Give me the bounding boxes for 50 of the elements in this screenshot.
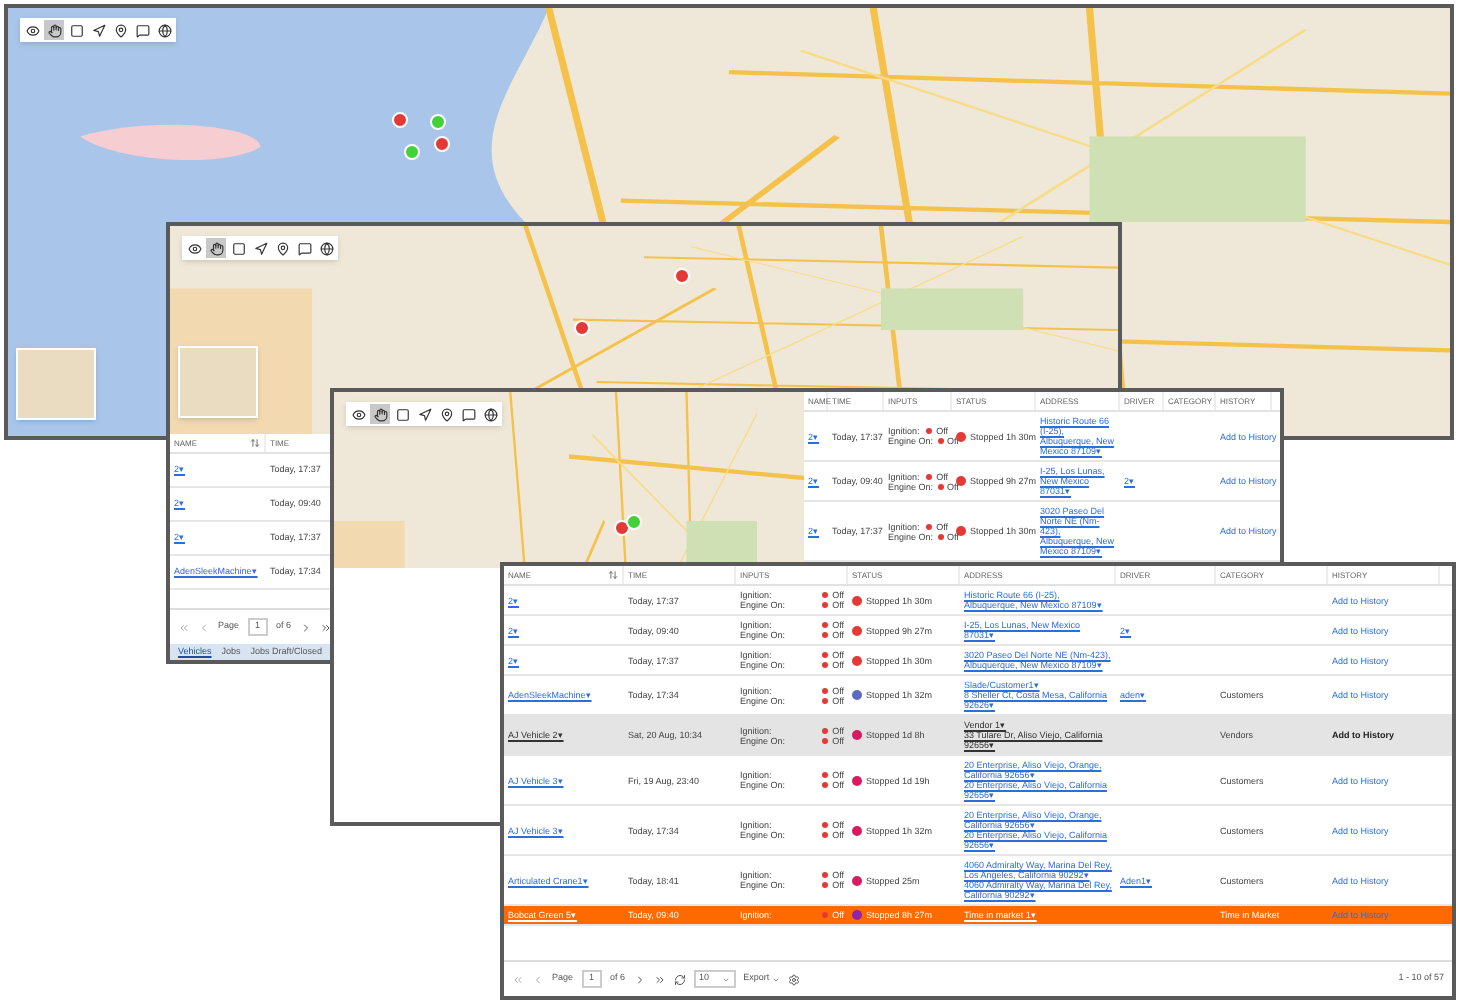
map-tool-button[interactable] [436,404,456,424]
settings-icon[interactable] [787,973,800,985]
map-tool-button[interactable] [154,20,174,40]
map-tool-button[interactable] [206,238,226,258]
map-tool-button[interactable] [110,20,130,40]
globe-icon [483,407,497,421]
pin-icon [113,23,127,37]
square-icon [69,23,83,37]
map-tool-button[interactable] [316,238,336,258]
map-tool-button[interactable] [458,404,478,424]
arrow-icon [91,23,105,37]
eye-icon [25,23,39,37]
map-tool-button[interactable] [370,404,390,424]
pin-icon [439,407,453,421]
table-row[interactable] [504,856,1452,906]
map-tool-button[interactable] [272,238,292,258]
map-tool-button[interactable] [44,20,64,40]
globe-icon [319,241,333,255]
map-tool-button[interactable] [294,238,314,258]
map-tool-button[interactable] [414,404,434,424]
map-tool-button[interactable] [250,238,270,258]
sort-icon[interactable] [250,438,260,448]
hand-icon [47,23,61,37]
hand-icon [373,407,387,421]
map-tool-button[interactable] [88,20,108,40]
chat-icon [135,23,149,37]
map-tool-button[interactable] [132,20,152,40]
sort-icon[interactable] [608,570,618,580]
table-row[interactable] [504,756,1452,806]
refresh-icon[interactable] [673,973,686,985]
square-icon [231,241,245,255]
map-tool-button[interactable] [22,20,42,40]
eye-icon [187,241,201,255]
map-tool-button[interactable] [392,404,412,424]
arrow-icon [417,407,431,421]
last-page-icon[interactable] [653,973,666,985]
pin-icon [275,241,289,255]
square-icon [395,407,409,421]
map-tool-button[interactable] [348,404,368,424]
map-tool-button[interactable] [66,20,86,40]
map-tool-button[interactable] [480,404,500,424]
last-page-icon[interactable] [319,621,332,633]
hand-icon [209,241,223,255]
arrow-icon [253,241,267,255]
map-tool-button[interactable] [228,238,248,258]
chat-icon [297,241,311,255]
map-tool-button[interactable] [184,238,204,258]
globe-icon [157,23,171,37]
eye-icon [351,407,365,421]
chat-icon [461,407,475,421]
